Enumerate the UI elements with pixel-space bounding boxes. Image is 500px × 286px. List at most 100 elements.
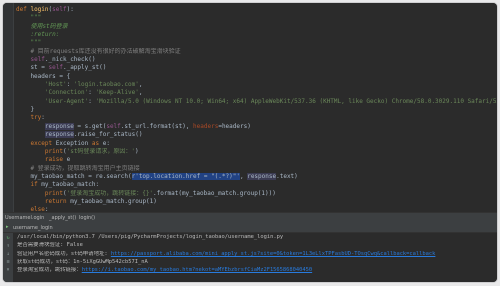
console-line: /usr/local/bin/python3.7 /Users/pig/Pych… [17, 234, 495, 242]
code-editor[interactable]: def login(self): """ 使用st码登录 :return: ""… [3, 3, 497, 212]
token: ): [66, 6, 74, 13]
token: print [44, 189, 63, 197]
token: if [30, 181, 42, 189]
token: as [91, 139, 103, 147]
code-line: :return: [16, 31, 497, 39]
token: .st_url.format(st), [120, 122, 194, 130]
wrap-icon[interactable]: ≡ [5, 260, 11, 265]
console-line: 验证用户名密码成功，st码申请地址: https://passport.alib… [17, 251, 495, 259]
arrow-down-icon[interactable]: ↓ [5, 252, 11, 257]
token: self [106, 122, 121, 130]
token: my_taobao_match: [41, 181, 100, 189]
code-line: st = self._apply_st() [16, 64, 497, 72]
token: 'Mozilla/5.0 (Windows NT 10.0; Win64; x6… [95, 97, 498, 105]
token: : [41, 114, 45, 122]
token: 'Keep-Alive' [95, 89, 139, 97]
token[interactable]: https://i.taobao.com/my_taobao.htm?nekot… [82, 267, 312, 273]
token: } [16, 106, 35, 114]
code-line: # 登录成功，提取跳转淘宝用户主页链接 [16, 165, 497, 173]
ide-window: def login(self): """ 使用st码登录 :return: ""… [3, 3, 497, 282]
editor-breadcrumb-bar: Usernamel.ogin _apply_st() login() [3, 212, 497, 223]
token: login [30, 6, 49, 13]
trash-icon[interactable]: × [5, 268, 11, 273]
token: .text) [276, 172, 298, 180]
token: = s.get( [73, 122, 107, 130]
breadcrumb-method[interactable]: _apply_st() [49, 215, 76, 221]
token: self [52, 6, 67, 13]
code-line: except Exception as e: [16, 140, 497, 148]
token: # 目前requests库还没有很好的办法破解淘宝滑块验证 [16, 47, 181, 55]
token: def [16, 6, 31, 13]
token: 获取st码成功，st码：1n-5iXgGUwMp542cb57I_nA [17, 259, 148, 266]
arrow-up-icon[interactable]: ↑ [5, 244, 11, 249]
run-tab-label[interactable]: username_login [13, 225, 53, 231]
code-line: # 目前requests库还没有很好的办法破解淘宝滑块验证 [16, 48, 497, 56]
code-line: my_taobao_match = re.search(r'top.locati… [16, 172, 497, 181]
token: : [66, 81, 74, 89]
breadcrumb-file[interactable]: Usernamel.ogin [5, 215, 44, 221]
token: :return: [16, 31, 60, 39]
token: 'login.taobao.com' [73, 81, 139, 89]
token: headers = { [16, 72, 71, 80]
run-console[interactable]: ↻ ↑ ↓ ≡ × /usr/local/bin/python3.7 /User… [3, 233, 497, 282]
code-line: try: [16, 114, 497, 122]
token: 'Host' [44, 81, 67, 89]
run-toolbar: ↻ ↑ ↓ ≡ × [3, 233, 13, 282]
code-line: 'Connection': 'Keep-Alive', [16, 89, 497, 97]
token: self [48, 64, 63, 72]
code-line: headers = { [16, 73, 497, 81]
token: : [88, 97, 96, 105]
editor-gutter [3, 3, 14, 212]
token: Exception [55, 139, 92, 147]
token: 登录淘宝成功，跳转链接： [17, 267, 82, 274]
token: 'User-Agent' [44, 97, 89, 105]
code-line: 'Host': 'login.taobao.com', [16, 81, 497, 89]
token: 'Connection' [44, 89, 89, 97]
token: ._nick_check() [44, 56, 96, 64]
code-line: 使用st码登录 [16, 23, 497, 31]
token: except [30, 139, 56, 147]
token: : [88, 89, 96, 97]
token: return [44, 197, 71, 205]
code-line: return my_taobao_match.group(1) [16, 198, 497, 206]
run-tool-window-header: ▸ username_login [3, 223, 497, 233]
code-line: if my_taobao_match: [16, 181, 497, 189]
token[interactable]: https://passport.alibaba.com/mini_apply_… [111, 251, 436, 257]
token: raise [44, 156, 67, 164]
run-config-icon: ▸ [6, 224, 9, 230]
token: st = [16, 64, 49, 72]
token: """ [16, 14, 42, 22]
code-line: response.raise_for_status() [16, 131, 497, 139]
token: headers [193, 122, 219, 130]
console-line: 登录淘宝成功，跳转链接：https://i.taobao.com/my_taob… [17, 267, 495, 275]
token: 是否需要滑块验证: False [17, 242, 83, 249]
token: print [44, 147, 63, 155]
code-area[interactable]: def login(self): """ 使用st码登录 :return: ""… [16, 6, 497, 212]
token: .raise_for_status() [73, 131, 143, 139]
console-line: 获取st码成功，st码：1n-5iXgGUwMp542cb57I_nA [17, 259, 495, 267]
token: ._apply_st() [62, 64, 107, 72]
token: =headers) [218, 122, 251, 130]
code-line: def login(self): [16, 6, 497, 14]
token: my_taobao_match = re.search( [16, 172, 132, 180]
token: try [30, 114, 42, 122]
code-line: print('st码登录请求，原因：') [16, 148, 497, 156]
token: self [30, 56, 45, 64]
token: r'top.location.href = "(.*?)"' [131, 172, 240, 180]
breadcrumb-current-method[interactable]: login() [79, 215, 95, 221]
rerun-icon[interactable]: ↻ [5, 236, 11, 241]
token: response [44, 131, 74, 139]
code-line: print('登录淘宝成功，跳转链接：{}'.format(my_taobao_… [16, 190, 497, 198]
code-line: """ [16, 14, 497, 22]
token: e: [102, 139, 110, 147]
code-line: } [16, 106, 497, 114]
